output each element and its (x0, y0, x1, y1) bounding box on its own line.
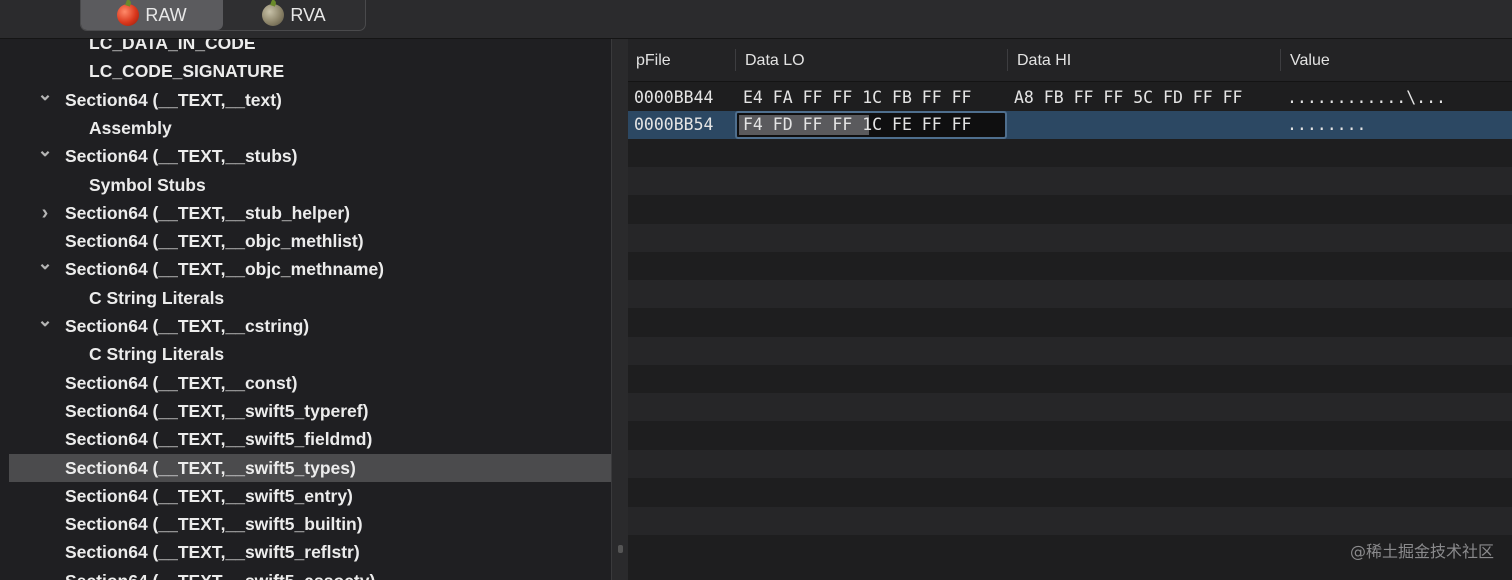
chevron-down-icon[interactable]: ⌄ (37, 136, 52, 164)
pfile-cell: 0000BB44 (634, 88, 714, 107)
hex-table: pFile Data LO Data HI Value 0000BB44 E4 … (628, 39, 1512, 580)
watermark: @稀土掘金技术社区 (1349, 542, 1494, 561)
rva-mode-button[interactable]: RVA (223, 0, 365, 30)
tree-item[interactable]: LC_DATA_IN_CODE (9, 39, 611, 57)
column-divider[interactable] (735, 49, 736, 71)
apple-icon (262, 4, 285, 26)
tree-item-label: Section64 (__TEXT,__text) (65, 89, 282, 110)
pfile-cell: 0000BB54 (634, 115, 714, 134)
tree-item-label: Section64 (__TEXT,__swift5_entry) (65, 485, 353, 506)
tree-item-label: C String Literals (89, 344, 225, 365)
column-header-data-hi[interactable]: Data HI (1017, 39, 1071, 81)
toolbar: RAW RVA (0, 0, 1512, 39)
tree-item[interactable]: › Section64 (__TEXT,__stub_helper) (9, 199, 611, 227)
tree-item-label: Section64 (__TEXT,__const) (65, 372, 298, 393)
tree-item[interactable]: Symbol Stubs (9, 171, 611, 199)
tree-item-label: Section64 (__TEXT,__swift5_builtin) (65, 514, 363, 535)
data-lo-cell[interactable]: E4 FA FF FF 1C FB FF FF (743, 84, 971, 112)
row-stripe (628, 449, 1512, 478)
data-lo-cell[interactable]: F4 FD FF FF 1C FE FF FF (743, 111, 971, 139)
tree-item[interactable]: Section64 (__TEXT,__objc_methlist) (9, 227, 611, 255)
column-divider[interactable] (1007, 49, 1008, 71)
row-stripe (628, 280, 1512, 309)
tree-item[interactable]: LC_CODE_SIGNATURE (9, 57, 611, 85)
row-stripe (628, 393, 1512, 422)
tree-item-label: Section64 (__TEXT,__swift5_reflstr) (65, 542, 360, 563)
row-stripe (628, 336, 1512, 365)
apple-icon (117, 4, 140, 26)
column-header-pfile[interactable]: pFile (636, 39, 671, 81)
tree-item[interactable]: ⌄ Section64 (__TEXT,__cstring) (9, 310, 611, 340)
tree-item-label: C String Literals (89, 287, 225, 308)
tree-item[interactable]: Section64 (__TEXT,__swift5_reflstr) (9, 538, 611, 566)
tree-item[interactable]: ⌄ Section64 (__TEXT,__stubs) (9, 140, 611, 170)
chevron-down-icon[interactable]: ⌄ (37, 306, 52, 334)
tree-item-label: Section64 (__TEXT,__swift5_typeref) (65, 400, 369, 421)
tree-item[interactable]: ⌄ Section64 (__TEXT,__text) (9, 84, 611, 114)
view-mode-segmented-control: RAW RVA (80, 0, 366, 31)
tree-item[interactable]: C String Literals (9, 340, 611, 368)
row-stripe (628, 506, 1512, 535)
tree-item-label: Symbol Stubs (89, 174, 206, 195)
value-cell: ............\... (1287, 88, 1446, 107)
chevron-down-icon[interactable]: ⌄ (37, 249, 52, 277)
row-stripe (628, 166, 1512, 195)
tree-item[interactable]: Section64 (__TEXT,__swift5_typeref) (9, 397, 611, 425)
tree-item[interactable]: ⌄ Section64 (__TEXT,__objc_methname) (9, 253, 611, 283)
tree-item-label: LC_DATA_IN_CODE (89, 39, 256, 53)
tree-item-label: Section64 (__TEXT,__cstring) (65, 316, 310, 336)
tree-item-label: Section64 (__TEXT,__stubs) (65, 146, 298, 167)
splitter-handle[interactable] (618, 545, 623, 553)
value-cell: ........ (1287, 115, 1367, 134)
tree-item[interactable]: C String Literals (9, 284, 611, 312)
tree-item[interactable]: Section64 (__TEXT,__swift5_fieldmd) (9, 425, 611, 453)
tree-item[interactable]: Section64 (__TEXT,__swift5_entry) (9, 482, 611, 510)
tree-item[interactable]: Section64 (__TEXT,__const) (9, 369, 611, 397)
row-stripe (628, 223, 1512, 252)
rva-mode-label: RVA (290, 4, 326, 25)
chevron-right-icon[interactable]: › (38, 199, 52, 227)
tree-item[interactable]: Section64 (__TEXT,__swift5_types) (9, 453, 611, 482)
tree-item-label: Section64 (__TEXT,__swift5_types) (65, 457, 356, 478)
column-divider[interactable] (1280, 49, 1281, 71)
tree-item[interactable]: Section64 (__TEXT,__swift5_assocty) (9, 567, 611, 580)
raw-mode-label: RAW (145, 4, 187, 25)
tree-item-label: Assembly (89, 117, 172, 138)
tree-item-label: Section64 (__TEXT,__objc_methname) (65, 259, 384, 280)
column-header-data-lo[interactable]: Data LO (745, 39, 805, 81)
raw-mode-button[interactable]: RAW (81, 0, 223, 30)
section-tree: LC_DATA_IN_CODE LC_CODE_SIGNATURE ⌄ Section… (0, 39, 611, 580)
tree-item-label: Section64 (__TEXT,__stub_helper) (65, 202, 350, 223)
data-hi-cell[interactable]: A8 FB FF FF 5C FD FF FF (1014, 84, 1242, 112)
tree-item-label: Section64 (__TEXT,__swift5_assocty) (65, 567, 375, 580)
tree-item-label: Section64 (__TEXT,__swift5_fieldmd) (65, 429, 373, 450)
table-header: pFile Data LO Data HI Value (628, 39, 1512, 82)
column-header-value[interactable]: Value (1290, 39, 1330, 81)
tree-item-label: Section64 (__TEXT,__objc_methlist) (65, 231, 364, 252)
tree-item[interactable]: Section64 (__TEXT,__swift5_builtin) (9, 510, 611, 538)
chevron-down-icon[interactable]: ⌄ (37, 80, 52, 108)
tree-item-label: LC_CODE_SIGNATURE (89, 61, 285, 82)
tree-item[interactable]: Assembly (9, 114, 611, 142)
